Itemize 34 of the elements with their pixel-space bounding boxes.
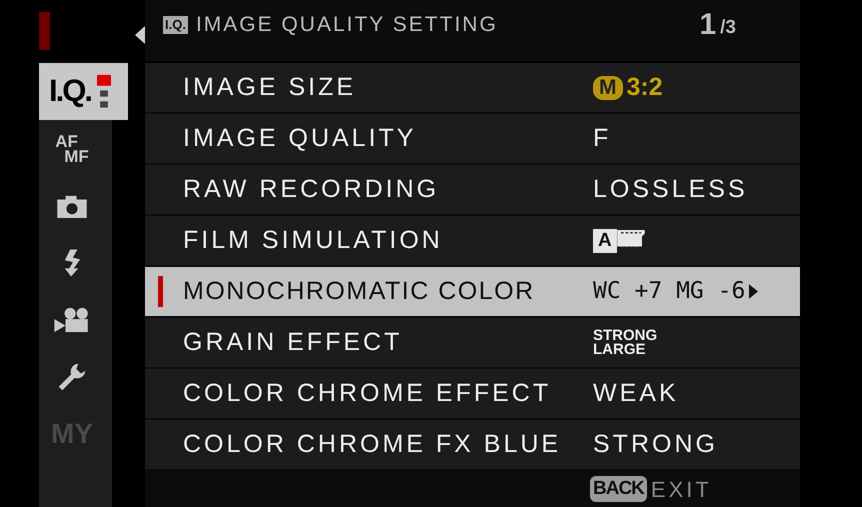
menu-tab[interactable]: AF MF <box>39 120 105 177</box>
menu-row[interactable]: RAW RECORDING LOSSLESS <box>145 165 800 214</box>
setting-value: STRONG <box>593 328 658 342</box>
camera-icon <box>55 194 89 218</box>
size-badge: M <box>593 76 622 100</box>
scroll-indicator <box>39 12 50 50</box>
movie-camera-icon <box>54 306 90 332</box>
back-key: BACK <box>590 476 647 502</box>
setting-value: LARGE <box>593 342 646 356</box>
menu-title: IMAGE QUALITY SETTING <box>196 12 498 38</box>
submenu-arrow-icon <box>749 284 758 299</box>
setting-value: F <box>593 122 612 154</box>
exit-label: EXIT <box>650 476 712 504</box>
menu-tab[interactable]: I.Q. <box>39 63 128 120</box>
film-badge: A <box>593 228 617 252</box>
setting-value: STRONG <box>593 428 718 460</box>
menu-row[interactable]: COLOR CHROME FX BLUE STRONG <box>145 420 800 469</box>
menu-badge: I.Q. <box>163 16 188 34</box>
setting-value: 3:2 <box>626 72 663 103</box>
menu-row[interactable]: MONOCHROMATIC COLOR WC +7 MG -6 <box>145 267 800 316</box>
menu-row[interactable]: IMAGE SIZE M 3:2 <box>145 63 800 112</box>
page-squares-icon <box>96 72 111 110</box>
setting-value: WC +7 MG -6 <box>593 277 746 306</box>
flash-icon <box>63 248 81 276</box>
wrench-icon <box>57 362 87 392</box>
menu-row[interactable]: FILM SIMULATION A <box>145 216 800 265</box>
menu-row[interactable]: IMAGE QUALITY F <box>145 114 800 163</box>
setting-value: LOSSLESS <box>593 174 748 205</box>
page-total: /3 <box>720 16 736 40</box>
menu-row[interactable]: COLOR CHROME EFFECT WEAK <box>145 369 800 418</box>
pointer-icon <box>135 26 145 44</box>
page-number: 1 <box>699 7 716 43</box>
setting-value: WEAK <box>593 378 679 409</box>
menu-row[interactable]: GRAIN EFFECT STRONG LARGE <box>145 318 800 367</box>
